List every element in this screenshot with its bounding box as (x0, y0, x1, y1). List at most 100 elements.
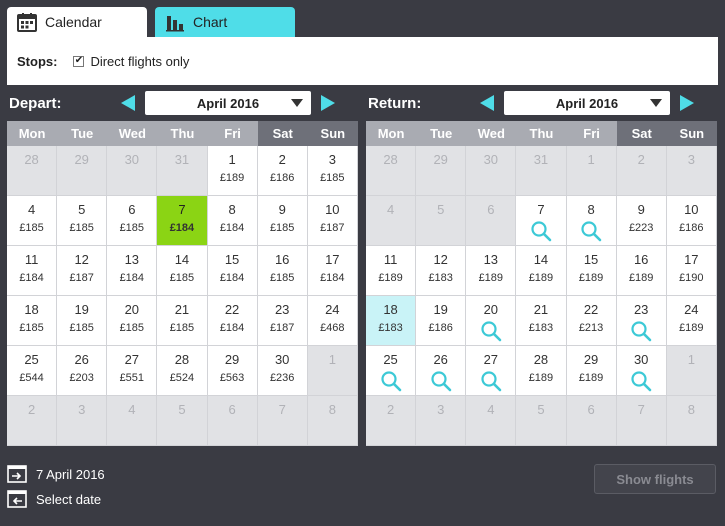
return-day-cell[interactable]: 9 £223 (616, 196, 667, 246)
depart-day-cell[interactable]: 25 £544 (7, 346, 58, 396)
depart-day-cell[interactable]: 22 £184 (207, 296, 258, 346)
direct-flights-label[interactable]: Direct flights only (90, 54, 189, 69)
depart-day-cell[interactable]: 11 £184 (7, 246, 58, 296)
return-day-cell[interactable]: 21 £183 (516, 296, 567, 346)
depart-day-cell[interactable]: 24 £468 (307, 296, 358, 346)
return-day-cell[interactable]: 8 (566, 196, 617, 246)
return-month-value: April 2016 (555, 95, 619, 111)
depart-day-cell[interactable]: 9 £185 (257, 196, 308, 246)
depart-day-cell[interactable]: 6 £185 (107, 196, 158, 246)
depart-day-cell[interactable]: 26 £203 (57, 346, 108, 396)
return-day-cell[interactable]: 16 £189 (616, 246, 667, 296)
depart-day-cell[interactable]: 23 £187 (257, 296, 308, 346)
weekday-label: Thu (516, 121, 567, 146)
depart-day-cell[interactable]: 5 £185 (57, 196, 108, 246)
depart-month-select[interactable]: April 2016 (145, 91, 311, 115)
depart-day-cell[interactable]: 4 £185 (7, 196, 58, 246)
day-price: £185 (269, 222, 295, 234)
return-day-cell[interactable]: 29 £189 (566, 346, 617, 396)
return-prev-month-arrow-icon[interactable] (480, 95, 494, 111)
return-day-cell[interactable]: 18 £183 (366, 296, 417, 346)
depart-day-cell[interactable]: 29 £563 (207, 346, 258, 396)
day-price: £544 (19, 372, 44, 384)
return-day-cell[interactable]: 27 (466, 346, 517, 396)
depart-day-cell[interactable]: 12 £187 (57, 246, 108, 296)
depart-day-cell[interactable]: 19 £185 (57, 296, 108, 346)
return-day-cell[interactable]: 13 £189 (466, 246, 517, 296)
day-price: £563 (219, 372, 245, 384)
depart-day-cell[interactable]: 17 £184 (307, 246, 358, 296)
depart-title: Depart: (9, 94, 62, 112)
day-number: 3 (78, 402, 86, 417)
return-day-cell[interactable]: 23 (616, 296, 667, 346)
return-day-cell[interactable]: 30 (616, 346, 667, 396)
return-day-cell[interactable]: 19 £186 (416, 296, 467, 346)
day-number: 30 (274, 352, 290, 367)
day-price: £189 (679, 322, 704, 334)
day-price: £213 (578, 322, 604, 334)
return-day-cell[interactable]: 11 £189 (366, 246, 417, 296)
return-next-month-arrow-icon[interactable] (680, 95, 694, 111)
depart-day-cell[interactable]: 10 £187 (307, 196, 358, 246)
return-day-cell: 2 (366, 396, 417, 446)
depart-day-cell[interactable]: 28 £524 (157, 346, 208, 396)
depart-day-cell[interactable]: 13 £184 (107, 246, 158, 296)
day-price: £185 (19, 222, 44, 234)
day-price: £185 (169, 272, 195, 284)
depart-day-cell[interactable]: 8 £184 (207, 196, 258, 246)
depart-day-cell[interactable]: 2 £186 (257, 146, 308, 196)
depart-day-cell[interactable]: 30 £236 (257, 346, 308, 396)
depart-day-cell[interactable]: 18 £185 (7, 296, 58, 346)
depart-day-cell[interactable]: 15 £184 (207, 246, 258, 296)
day-number: 3 (687, 152, 695, 167)
day-number: 30 (633, 352, 649, 367)
day-number: 7 (637, 402, 645, 417)
depart-day-cell: 1 (307, 346, 358, 396)
depart-day-cell[interactable]: 27 £551 (107, 346, 158, 396)
weekday-label: Sun (307, 121, 358, 146)
return-day-cell: 6 (566, 396, 617, 446)
depart-calendar: Depart: April 2016 Mon Tue Wed Thu Fri S… (7, 85, 358, 446)
return-day-cell[interactable]: 28 £189 (516, 346, 567, 396)
depart-day-cell[interactable]: 7 £184 (157, 196, 208, 246)
weekday-label: Fri (207, 121, 258, 146)
depart-day-cell[interactable]: 1 £189 (207, 146, 258, 196)
return-day-cell[interactable]: 15 £189 (566, 246, 617, 296)
day-number: 12 (433, 252, 448, 267)
day-number: 5 (78, 202, 86, 217)
tab-chart[interactable]: Chart (155, 7, 295, 37)
day-number: 15 (224, 252, 240, 267)
depart-next-month-arrow-icon[interactable] (321, 95, 335, 111)
day-price: £190 (679, 272, 704, 284)
depart-day-cell[interactable]: 21 £185 (157, 296, 208, 346)
day-number: 7 (178, 202, 186, 217)
return-day-cell[interactable]: 24 £189 (666, 296, 717, 346)
tab-calendar[interactable]: Calendar (7, 7, 147, 37)
depart-day-cell[interactable]: 16 £185 (257, 246, 308, 296)
depart-day-cell[interactable]: 14 £185 (157, 246, 208, 296)
return-day-cell[interactable]: 20 (466, 296, 517, 346)
depart-day-cell[interactable]: 3 £185 (307, 146, 358, 196)
show-flights-button[interactable]: Show flights (594, 464, 716, 494)
return-day-cell[interactable]: 26 (416, 346, 467, 396)
return-day-cell: 1 (666, 346, 717, 396)
day-number: 8 (587, 202, 595, 217)
return-day-cell: 30 (466, 146, 517, 196)
return-day-cell[interactable]: 14 £189 (516, 246, 567, 296)
return-day-cell[interactable]: 22 £213 (566, 296, 617, 346)
day-number: 23 (633, 302, 649, 317)
return-day-cell[interactable]: 12 £183 (416, 246, 467, 296)
day-price: £468 (320, 322, 345, 334)
depart-prev-month-arrow-icon[interactable] (121, 95, 135, 111)
depart-day-cell[interactable]: 20 £185 (107, 296, 158, 346)
day-number: 15 (583, 252, 599, 267)
day-price: £184 (19, 272, 44, 284)
return-day-cell[interactable]: 7 (516, 196, 567, 246)
day-number: 12 (74, 252, 89, 267)
return-day-cell[interactable]: 10 £186 (666, 196, 717, 246)
return-month-select[interactable]: April 2016 (504, 91, 670, 115)
return-day-cell[interactable]: 25 (366, 346, 417, 396)
day-number: 4 (487, 402, 495, 417)
direct-flights-checkbox[interactable]: ✔ (73, 55, 85, 67)
return-day-cell[interactable]: 17 £190 (666, 246, 717, 296)
